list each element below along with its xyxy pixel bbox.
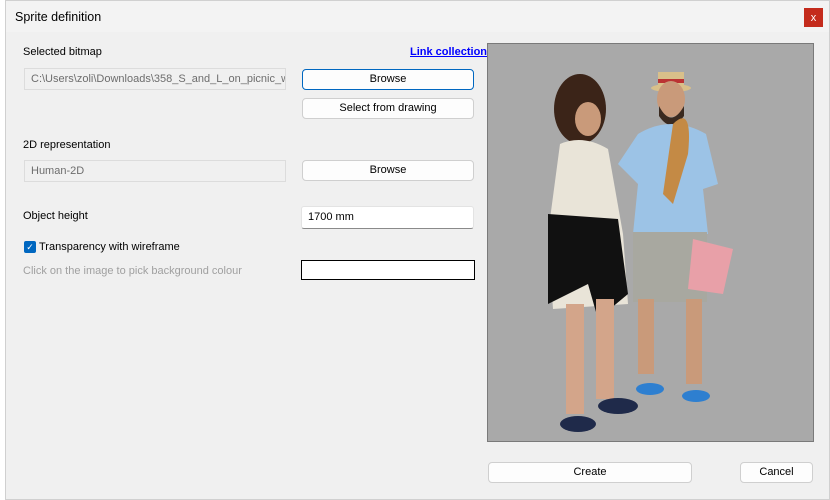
sprite-definition-dialog: Sprite definition x Selected bitmap Link…: [5, 0, 830, 500]
transparency-label[interactable]: Transparency with wireframe: [39, 241, 180, 253]
browse-representation-button[interactable]: Browse: [302, 160, 474, 181]
title-bar: Sprite definition x: [6, 1, 829, 32]
dialog-title: Sprite definition: [15, 10, 102, 24]
cancel-button[interactable]: Cancel: [740, 462, 813, 483]
sprite-preview[interactable]: [487, 43, 814, 442]
representation-label: 2D representation: [23, 139, 111, 151]
background-colour-swatch[interactable]: [301, 260, 475, 280]
create-button[interactable]: Create: [488, 462, 692, 483]
object-height-label: Object height: [23, 210, 88, 222]
background-hint: Click on the image to pick background co…: [23, 265, 242, 277]
representation-field[interactable]: Human-2D: [24, 160, 286, 182]
browse-bitmap-button[interactable]: Browse: [302, 69, 474, 90]
selected-bitmap-label: Selected bitmap: [23, 46, 102, 58]
link-collection-link[interactable]: Link collection: [410, 46, 487, 58]
bitmap-path-field[interactable]: C:\Users\zoli\Downloads\358_S_and_L_on_p…: [24, 68, 286, 90]
transparency-checkbox[interactable]: ✓: [24, 241, 36, 253]
select-from-drawing-button[interactable]: Select from drawing: [302, 98, 474, 119]
close-button[interactable]: x: [804, 8, 823, 27]
sprite-image: [548, 72, 733, 432]
object-height-input[interactable]: 1700 mm: [301, 206, 474, 229]
